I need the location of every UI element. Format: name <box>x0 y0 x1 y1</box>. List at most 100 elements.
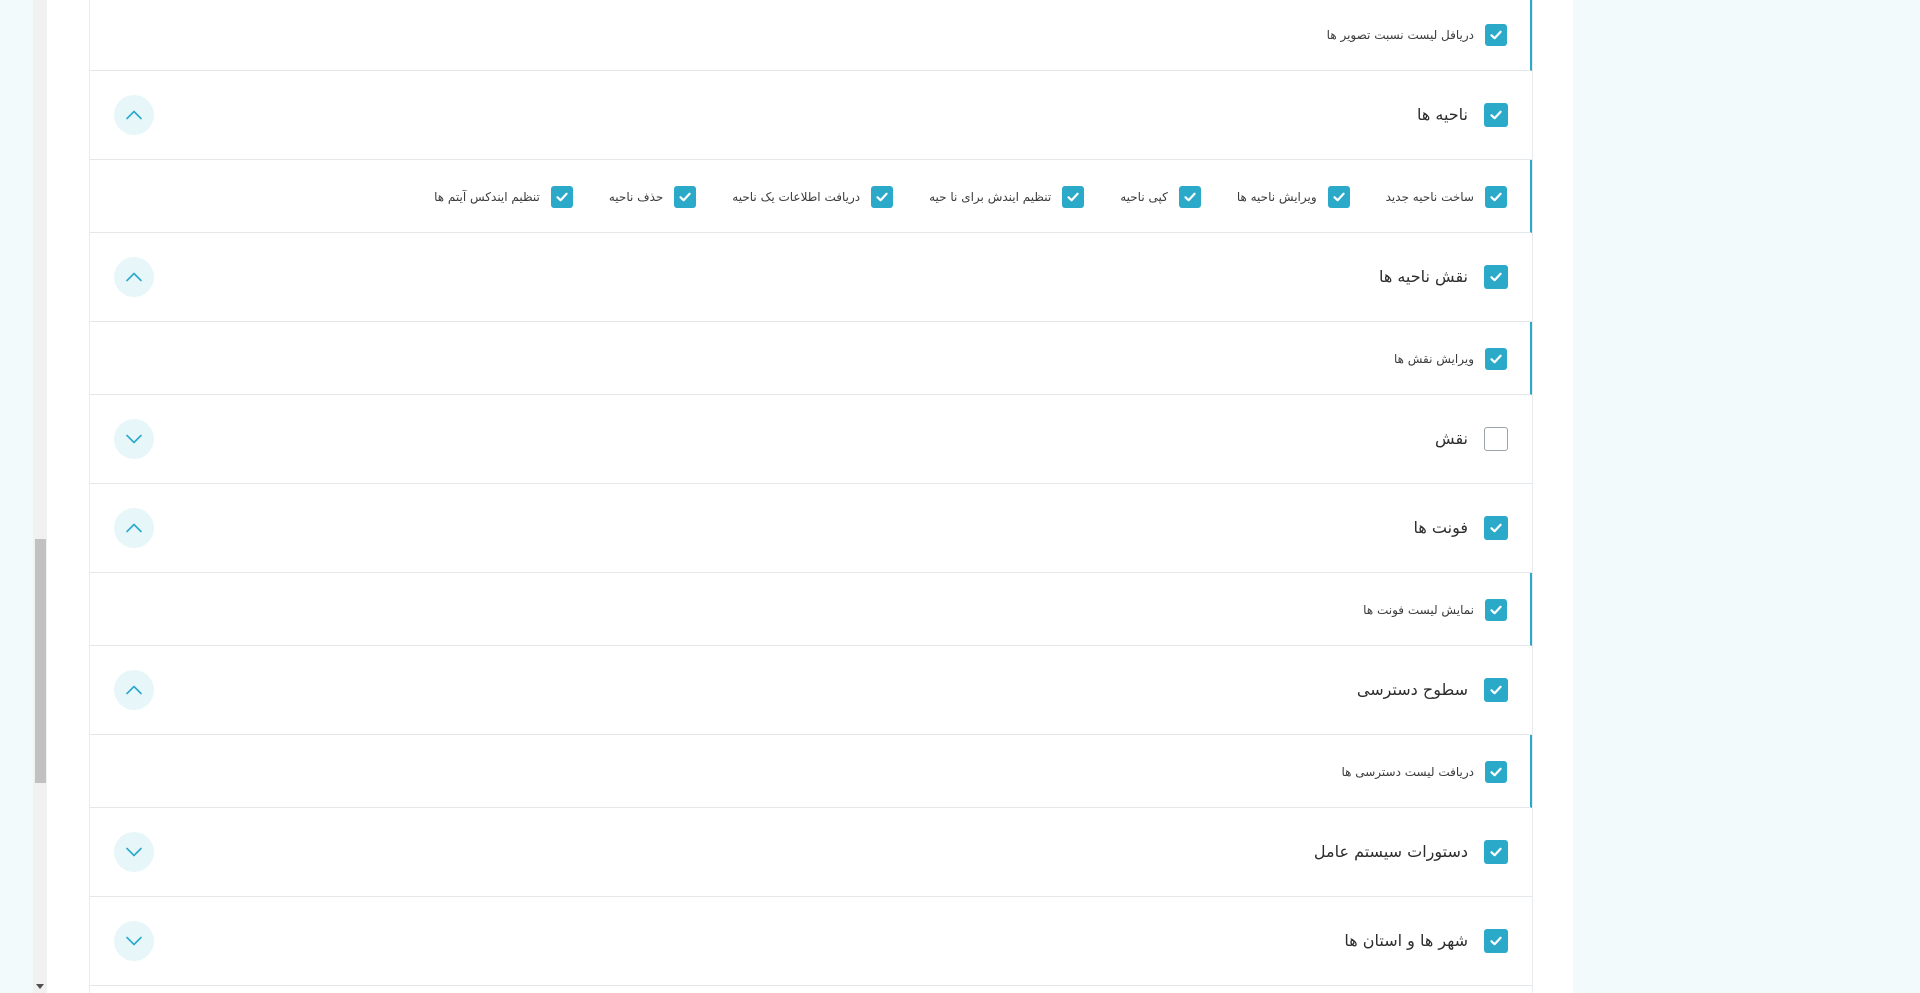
permission-item[interactable]: ویرایش ناحیه ها <box>1237 186 1350 208</box>
checkmark-icon <box>1489 108 1503 122</box>
permissions-page: دریافل لیست نسبت تصویر ها ناحیه ها ساخت نا… <box>47 0 1573 993</box>
checkmark-icon <box>1066 190 1080 204</box>
permission-checkbox[interactable] <box>1485 24 1507 46</box>
group-title: فونت ها <box>1413 518 1468 537</box>
permissions-panel: دریافل لیست نسبت تصویر ها ناحیه ها ساخت نا… <box>89 0 1533 993</box>
group-toggle-button[interactable] <box>114 832 154 872</box>
group-toggle-button[interactable] <box>114 508 154 548</box>
scrollbar-thumb[interactable] <box>35 539 46 783</box>
permission-items: دریافل لیست نسبت تصویر ها <box>1291 24 1507 46</box>
checkmark-icon <box>1332 190 1346 204</box>
permission-group: دستورات سیستم عامل <box>90 808 1532 897</box>
checkmark-icon <box>1489 603 1503 617</box>
permission-label: دریافت لیست دسترسی ها <box>1341 765 1474 779</box>
chevron-up-icon <box>125 268 143 287</box>
group-toggle-button[interactable] <box>114 670 154 710</box>
permission-label: ویرایش ناحیه ها <box>1236 190 1317 204</box>
permission-group: شهر ها و استان ها <box>90 897 1532 986</box>
permission-checkbox[interactable] <box>1327 186 1350 208</box>
group-checkbox[interactable] <box>1484 678 1508 702</box>
permission-checkbox[interactable] <box>1178 186 1201 208</box>
permission-item[interactable]: دریافت لیست دسترسی ها <box>1341 761 1507 783</box>
permission-item[interactable]: حذف ناحیه <box>608 186 697 208</box>
permission-checkbox[interactable] <box>1062 186 1085 208</box>
group-toggle-button[interactable] <box>114 921 154 961</box>
permission-checkbox[interactable] <box>550 186 573 208</box>
group-checkbox[interactable] <box>1484 265 1508 289</box>
permission-checkbox[interactable] <box>1485 186 1507 208</box>
group-checkbox[interactable] <box>1484 929 1508 953</box>
permission-checkbox[interactable] <box>1485 348 1507 370</box>
chevron-up-icon <box>125 681 143 700</box>
checkmark-icon <box>1489 28 1503 42</box>
permission-items: نمایش لیست فونت ها <box>1327 599 1507 621</box>
permission-label: تنظیم ایندش برای نا حیه <box>929 190 1052 204</box>
permission-item[interactable]: دریافل لیست نسبت تصویر ها <box>1327 24 1507 46</box>
checkmark-icon <box>1489 521 1503 535</box>
group-checkbox[interactable] <box>1484 427 1508 451</box>
chevron-down-icon <box>125 430 143 449</box>
group-checkbox[interactable] <box>1484 840 1508 864</box>
permission-label: تنظیم ایندکس آیتم ها <box>434 190 540 204</box>
permission-item[interactable]: ویرایش نقش ها <box>1394 348 1507 370</box>
checkmark-icon <box>1489 765 1503 779</box>
group-title: ناحیه ها <box>1416 105 1468 124</box>
permission-items-row: ساخت ناحیه جدید ویرایش ناحیه ها کپی ناحیه ت… <box>90 160 1532 233</box>
checkmark-icon <box>1489 934 1503 948</box>
permission-label: ساخت ناحیه جدید <box>1385 190 1474 204</box>
permission-items: ساخت ناحیه جدید ویرایش ناحیه ها کپی ناحیه ت… <box>398 186 1507 208</box>
screen: دریافل لیست نسبت تصویر ها ناحیه ها ساخت نا… <box>0 0 1920 993</box>
checkmark-icon <box>875 190 889 204</box>
permission-item[interactable]: نمایش لیست فونت ها <box>1363 599 1507 621</box>
permission-items: ویرایش نقش ها <box>1358 348 1507 370</box>
checkmark-icon <box>1489 683 1503 697</box>
permission-checkbox[interactable] <box>1485 599 1507 621</box>
group-title: دستورات سیستم عامل <box>1313 842 1468 861</box>
permission-items-row: نمایش لیست فونت ها <box>90 573 1532 646</box>
permission-items-row: دریافت لیست دسترسی ها <box>90 735 1532 808</box>
group-title: نقش ناحیه ها <box>1378 267 1468 286</box>
permission-item[interactable]: دریافت اطلاعات یک ناحیه <box>732 186 894 208</box>
checkmark-icon <box>678 190 692 204</box>
permission-item[interactable]: ساخت ناحیه جدید <box>1386 186 1507 208</box>
group-checkbox[interactable] <box>1484 103 1508 127</box>
permission-label: ویرایش نقش ها <box>1393 352 1474 366</box>
permission-group: ناحیه ها <box>90 71 1532 160</box>
permission-items-row: ویرایش نقش ها <box>90 322 1532 395</box>
checkmark-icon <box>1489 352 1503 366</box>
group-title: شهر ها و استان ها <box>1344 931 1468 950</box>
permission-label: دریافل لیست نسبت تصویر ها <box>1326 28 1474 42</box>
permission-label: حذف ناحیه <box>608 190 664 204</box>
permission-item[interactable]: کپی ناحیه <box>1120 186 1201 208</box>
checkmark-icon <box>1489 845 1503 859</box>
checkmark-icon <box>555 190 569 204</box>
group-toggle-button[interactable] <box>114 419 154 459</box>
permission-label: دریافت اطلاعات یک ناحیه <box>732 190 861 204</box>
group-title: سطوح دسترسی <box>1356 680 1468 699</box>
chevron-up-icon <box>125 519 143 538</box>
permission-group: فونت ها <box>90 484 1532 573</box>
checkmark-icon <box>1183 190 1197 204</box>
permission-item[interactable]: تنظیم ایندش برای نا حیه <box>929 186 1085 208</box>
permission-items: دریافت لیست دسترسی ها <box>1305 761 1507 783</box>
chevron-down-icon <box>125 843 143 862</box>
group-title: نقش <box>1435 429 1468 448</box>
permission-label: کپی ناحیه <box>1120 190 1168 204</box>
vertical-scrollbar[interactable] <box>33 0 47 993</box>
checkmark-icon <box>1489 190 1503 204</box>
group-checkbox[interactable] <box>1484 516 1508 540</box>
chevron-up-icon <box>125 106 143 125</box>
permission-label: نمایش لیست فونت ها <box>1363 603 1474 617</box>
permission-group: سطوح دسترسی <box>90 646 1532 735</box>
permission-item[interactable]: تنظیم ایندکس آیتم ها <box>434 186 573 208</box>
permission-checkbox[interactable] <box>871 186 894 208</box>
permission-checkbox[interactable] <box>1485 761 1507 783</box>
permission-group: نقش ناحیه ها <box>90 233 1532 322</box>
group-toggle-button[interactable] <box>114 95 154 135</box>
checkmark-icon <box>1489 270 1503 284</box>
group-toggle-button[interactable] <box>114 257 154 297</box>
scroll-down-arrow-icon[interactable] <box>36 984 44 989</box>
permission-items-row: دریافل لیست نسبت تصویر ها <box>90 0 1532 71</box>
permission-checkbox[interactable] <box>674 186 697 208</box>
chevron-down-icon <box>125 932 143 951</box>
